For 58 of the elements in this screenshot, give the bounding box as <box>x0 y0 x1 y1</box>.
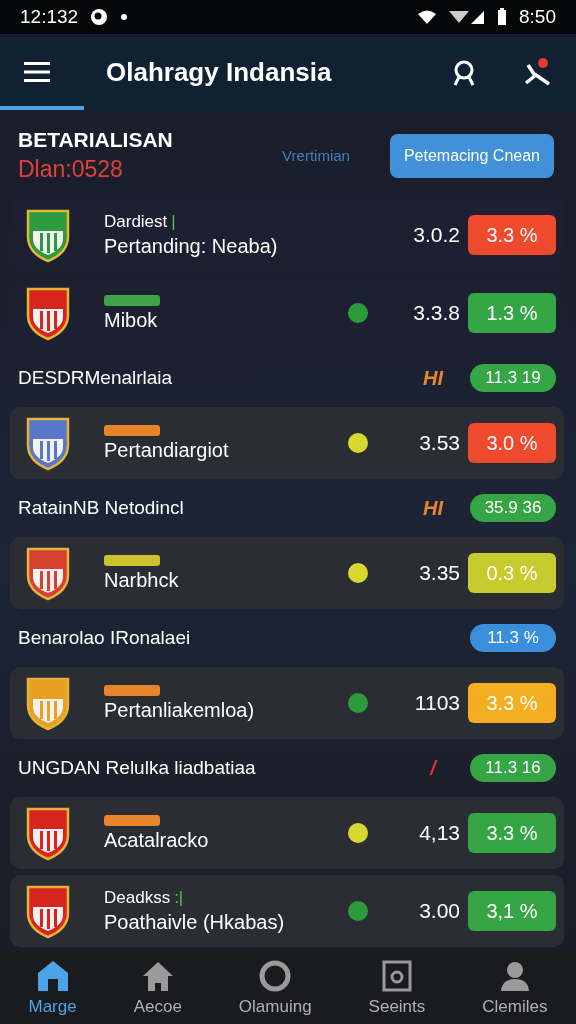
match-card[interactable]: Pertanliakemloa) 1103 3.3 % <box>10 667 564 739</box>
league-marker: HI <box>423 366 443 390</box>
filter-link[interactable]: Vrertimian <box>282 147 350 164</box>
wifi-icon <box>417 9 437 25</box>
odds-value: 3.3.8 <box>412 301 461 325</box>
odds-value: 1103 <box>413 691 461 715</box>
team-name: Pertandiargiot <box>104 438 229 462</box>
nav-tab[interactable]: Olamuing <box>238 959 312 1017</box>
odds-value: 3.53 <box>418 431 461 455</box>
percent-pill[interactable]: 11.3 % <box>470 624 556 652</box>
league-marker: HI <box>423 496 443 520</box>
league-label: RatainNB Netodincl <box>18 497 185 519</box>
league-label: UNGDAN Relulka liadbatiaa <box>18 757 257 779</box>
match-label: Deadkss <box>104 888 171 908</box>
live-mark: :| <box>174 888 184 908</box>
nav-tab[interactable]: Clemiles <box>482 959 548 1017</box>
match-card[interactable]: Narbhck 3.35 0.3 % <box>10 537 564 609</box>
league-label: Benarolao IRonalaei <box>18 627 192 649</box>
ring-icon <box>258 959 293 993</box>
status-time: 12:132 <box>20 6 79 28</box>
odds-value: 4,13 <box>418 821 461 845</box>
match-card[interactable]: Acatalracko 4,13 3.3 % <box>10 797 564 869</box>
percent-pill[interactable]: 11.3 16 <box>470 754 556 782</box>
action-button[interactable]: Petemacing Cnean <box>389 133 554 178</box>
percent-badge[interactable]: 3.3 % <box>468 215 556 255</box>
status-clock: 8:50 <box>519 6 556 28</box>
nav-tab[interactable]: Aecoe <box>133 959 182 1017</box>
app-title: Olahragy Indansia <box>106 56 333 88</box>
dot-icon <box>120 13 129 21</box>
match-card[interactable]: Pertandiargiot 3.53 3.0 % <box>10 407 564 479</box>
nav-tab[interactable]: Seeints <box>368 959 426 1017</box>
percent-pill[interactable]: 11.3 19 <box>470 364 556 392</box>
percent-pill[interactable]: 35.9 36 <box>470 494 556 522</box>
odds-value: 3.35 <box>418 561 461 585</box>
percent-badge[interactable]: 1.3 % <box>468 293 556 333</box>
live-mark: | <box>171 212 176 232</box>
league-label: DESDRMenalrlaia <box>18 367 174 389</box>
team-name: Pertanding: Neaba) <box>104 235 278 258</box>
home-icon <box>35 959 70 993</box>
match-card[interactable]: Deadkss :| Poathaivle (Hkabas) 3.00 3,1 % <box>10 875 564 947</box>
section-title: BETARIALISAN <box>18 128 174 152</box>
team-name: Poathaivle (Hkabas) <box>104 911 285 934</box>
team-name: Mibok <box>104 308 158 332</box>
percent-badge[interactable]: 3.0 % <box>468 423 556 463</box>
match-label: Dardiest <box>104 212 168 232</box>
date-label: Dlan:0528 <box>18 156 124 183</box>
team-name: Pertanliakemloa) <box>104 698 255 722</box>
percent-badge[interactable]: 3,1 % <box>468 891 556 931</box>
percent-badge[interactable]: 3.3 % <box>468 813 556 853</box>
battery-icon <box>497 8 507 26</box>
league-marker: / <box>430 756 436 780</box>
nav-tab[interactable]: Marge <box>28 959 77 1017</box>
menu-icon[interactable] <box>24 61 50 83</box>
odds-value: 3.00 <box>418 899 461 923</box>
team-name: Narbhck <box>104 568 179 592</box>
team-name: Acatalracko <box>104 828 209 852</box>
odds-value: 3.0.2 <box>412 223 461 247</box>
signal-icon <box>449 9 485 25</box>
